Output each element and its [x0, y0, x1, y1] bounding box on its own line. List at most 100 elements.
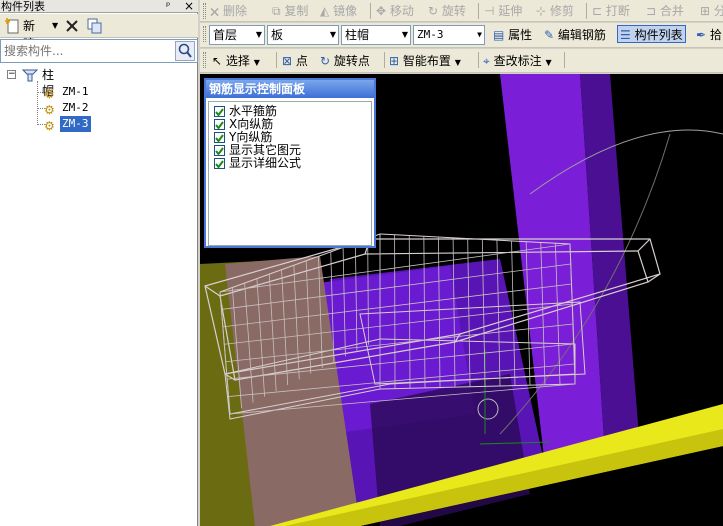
extend-button[interactable]: ⊣ 延伸: [484, 2, 522, 20]
delete-icon: 🗙: [210, 4, 220, 18]
chevron-down-icon: ▼: [545, 58, 552, 67]
check-annotation-label: 查改标注: [493, 54, 542, 68]
search-box: [0, 39, 198, 63]
tree-item[interactable]: ⚙ ZM-2: [44, 100, 104, 117]
component-list-label: 构件列表: [634, 28, 683, 42]
chevron-down-icon: ▼: [329, 30, 336, 39]
pick-button[interactable]: ✒ 拾: [696, 26, 722, 44]
tree-item-label: ZM-3: [60, 116, 91, 132]
checkbox-checked[interactable]: [214, 145, 225, 156]
checkbox-checked[interactable]: [214, 132, 225, 143]
trim-button[interactable]: ⊹ 修剪: [536, 2, 574, 20]
selector-toolbar: 首层 ▼ 板 ▼ 柱帽 ▼ ZM-3 ▼ ▤ 属性 ✎ 编辑钢筋 ☰ 构件列表 ✒ 拾: [200, 23, 723, 48]
edit-toolbar: 🗙 删除 ⧉ 复制 ◭ 镜像 ✥ 移动 ↻ 旋转 ⊣ 延伸 ⊹ 修剪 ⊏ 打断 …: [200, 0, 723, 22]
type-select[interactable]: 柱帽 ▼: [341, 25, 411, 45]
gear-icon: ⚙: [44, 119, 55, 133]
split-icon: ⊞: [700, 4, 711, 18]
mirror-button[interactable]: ◭ 镜像: [320, 2, 357, 20]
floor-value: 首层: [213, 28, 238, 42]
collapse-icon[interactable]: −: [7, 70, 16, 79]
component-tree: − 柱帽 ⚙ ZM-1 ⚙ ZM-2 ⚙ ZM-3: [0, 64, 198, 526]
floor-select[interactable]: 首层 ▼: [209, 25, 265, 45]
break-button[interactable]: ⊏ 打断: [592, 2, 630, 20]
delete-button[interactable]: 🗙 删除: [210, 2, 247, 20]
tree-item-label: ZM-1: [62, 85, 89, 98]
rotate-button[interactable]: ↻ 旋转: [428, 2, 466, 20]
point-button[interactable]: ⊠ 点: [282, 52, 308, 70]
break-icon: ⊏: [592, 4, 603, 18]
copy-icon[interactable]: [87, 18, 103, 36]
category-value: 板: [271, 28, 284, 42]
point-icon: ⊠: [282, 54, 293, 68]
type-value: 柱帽: [345, 28, 370, 42]
chevron-down-icon: ▼: [454, 58, 461, 67]
search-input[interactable]: [4, 43, 172, 59]
panel-title-bar: 构件列表 ᵖ ×: [0, 0, 198, 13]
component-list-button[interactable]: ☰ 构件列表: [617, 25, 686, 43]
copy-button[interactable]: ⧉ 复制: [272, 2, 308, 20]
column-cap-icon: [22, 69, 38, 82]
edit-rebar-icon: ✎: [544, 28, 555, 42]
rotate-point-icon: ↻: [320, 54, 331, 68]
copy-icon: ⧉: [272, 4, 281, 18]
checkbox-checked[interactable]: [214, 158, 225, 169]
merge-label: 合并: [659, 4, 684, 18]
move-button[interactable]: ✥ 移动: [376, 2, 414, 20]
mirror-icon: ◭: [320, 4, 330, 18]
category-select[interactable]: 板 ▼: [267, 25, 339, 45]
extend-label: 延伸: [498, 4, 523, 18]
rebar-panel-title: 钢筋显示控制面板: [206, 80, 374, 98]
component-list-panel: 构件列表 ᵖ × 新建 ▼: [0, 0, 198, 526]
pin-icon[interactable]: ᵖ: [166, 0, 170, 13]
rebar-display-panel: 钢筋显示控制面板 水平箍筋 X向纵筋 Y向纵筋 显示其它图元 显示详细公式: [204, 78, 376, 248]
cursor-icon: ↖: [212, 54, 223, 68]
trim-icon: ⊹: [536, 4, 547, 18]
tree-item-selected[interactable]: ⚙ ZM-3: [44, 116, 104, 133]
new-icon: [5, 18, 19, 34]
chevron-down-icon: ▼: [255, 30, 262, 39]
search-icon: [178, 43, 192, 58]
component-select[interactable]: ZM-3 ▼: [413, 25, 485, 45]
draw-toolbar: ↖ 选择 ▼ ⊠ 点 ↻ 旋转点 ⊞ 智能布置 ▼ ⌖ 查改标注 ▼: [200, 49, 723, 73]
rotate-point-label: 旋转点: [333, 54, 370, 68]
tree-item[interactable]: ⚙ ZM-1: [44, 84, 104, 101]
select-button[interactable]: ↖ 选择 ▼: [212, 52, 260, 70]
panel-title: 构件列表: [1, 0, 45, 13]
annotation-icon: ⌖: [483, 54, 490, 68]
checkbox-checked[interactable]: [214, 106, 225, 117]
rebar-options-list: 水平箍筋 X向纵筋 Y向纵筋 显示其它图元 显示详细公式: [208, 101, 372, 246]
smart-layout-button[interactable]: ⊞ 智能布置 ▼: [389, 52, 461, 70]
merge-icon: ⊐: [646, 4, 657, 18]
mirror-label: 镜像: [333, 4, 358, 18]
select-label: 选择: [225, 54, 250, 68]
split-button[interactable]: ⊞ 分: [700, 2, 723, 20]
list-icon: ☰: [620, 28, 631, 42]
check-annotation-button[interactable]: ⌖ 查改标注 ▼: [483, 52, 552, 70]
search-button[interactable]: [175, 41, 195, 61]
copy-label: 复制: [284, 4, 309, 18]
delete-icon[interactable]: [65, 19, 79, 37]
pick-icon: ✒: [696, 28, 707, 42]
chevron-down-icon: ▼: [401, 30, 408, 39]
rotate-label: 旋转: [441, 4, 466, 18]
extend-icon: ⊣: [484, 4, 495, 18]
rotate-point-button[interactable]: ↻ 旋转点: [320, 52, 370, 70]
break-label: 打断: [605, 4, 630, 18]
trim-label: 修剪: [549, 4, 574, 18]
point-label: 点: [295, 54, 308, 68]
merge-button[interactable]: ⊐ 合并: [646, 2, 684, 20]
delete-label: 删除: [222, 4, 247, 18]
pick-label: 拾: [709, 28, 722, 42]
component-value: ZM-3: [417, 28, 444, 41]
smart-layout-icon: ⊞: [389, 54, 400, 68]
chevron-down-icon: ▼: [477, 30, 482, 39]
move-label: 移动: [389, 4, 414, 18]
chevron-down-icon[interactable]: ▼: [52, 17, 58, 35]
tree-item-label: ZM-2: [62, 101, 89, 114]
properties-button[interactable]: ▤ 属性: [493, 26, 532, 44]
chevron-down-icon: ▼: [253, 58, 260, 67]
checkbox-checked[interactable]: [214, 119, 225, 130]
rotate-icon: ↻: [428, 4, 439, 18]
edit-rebar-button[interactable]: ✎ 编辑钢筋: [544, 26, 606, 44]
close-icon[interactable]: ×: [184, 0, 194, 13]
